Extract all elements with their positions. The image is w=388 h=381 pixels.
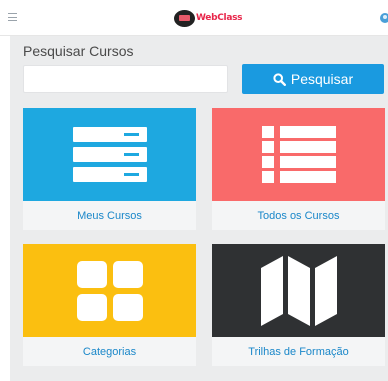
tile-art [23,108,196,201]
tile-art [212,244,385,337]
hamburger-icon[interactable] [8,13,17,21]
tile-trilhas-de-formacao[interactable]: Trilhas de Formação [212,244,385,366]
logo-icon [174,9,195,27]
search-button[interactable]: Pesquisar [242,64,384,94]
tile-todos-os-cursos[interactable]: Todos os Cursos [212,108,385,230]
search-button-label: Pesquisar [290,71,354,87]
tile-label: Todos os Cursos [257,209,340,222]
map-icon [260,255,337,326]
tile-label: Meus Cursos [77,209,142,222]
stacked-list-icon [72,126,147,182]
grid-icon [76,260,143,321]
bulleted-list-icon [261,125,336,183]
search-icon [273,72,286,86]
user-icon[interactable] [380,13,388,23]
search-title: Pesquisar Cursos [23,43,134,59]
tile-categorias[interactable]: Categorias [23,244,196,366]
logo-text: WebClass [196,13,243,23]
tile-meus-cursos[interactable]: Meus Cursos [23,108,196,230]
tile-art [212,108,385,201]
search-input[interactable] [23,65,228,93]
tile-art [23,244,196,337]
top-bar: WebClass [0,0,388,36]
tile-label: Categorias [82,345,137,358]
main-panel: Pesquisar Cursos Pesquisar Meus Cursos T… [10,36,388,381]
tile-label: Trilhas de Formação [248,345,349,358]
app-logo[interactable]: WebClass [174,7,243,29]
